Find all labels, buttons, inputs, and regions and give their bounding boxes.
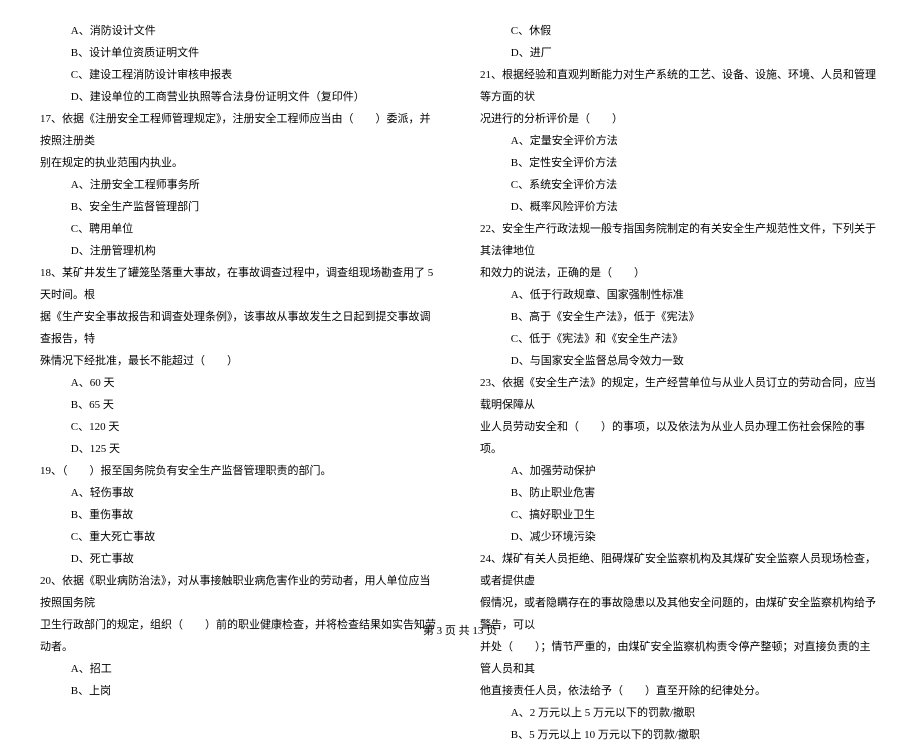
- q21-option-b: B、定性安全评价方法: [480, 152, 880, 174]
- q19-option-a: A、轻伤事故: [40, 482, 440, 504]
- q24-line4: 他直接责任人员，依法给予（ ）直至开除的纪律处分。: [480, 680, 880, 702]
- q23-option-d: D、减少环境污染: [480, 526, 880, 548]
- q24-option-a: A、2 万元以上 5 万元以下的罚款/撤职: [480, 702, 880, 724]
- q23-option-c: C、搞好职业卫生: [480, 504, 880, 526]
- q22-option-a: A、低于行政规章、国家强制性标准: [480, 284, 880, 306]
- q18-line1: 18、某矿井发生了罐笼坠落重大事故，在事故调查过程中，调查组现场勘查用了 5 天…: [40, 262, 440, 306]
- q18-option-c: C、120 天: [40, 416, 440, 438]
- q16-option-d: D、建设单位的工商营业执照等合法身份证明文件（复印件）: [40, 86, 440, 108]
- q19-line1: 19、（ ）报至国务院负有安全生产监督管理职责的部门。: [40, 460, 440, 482]
- q23-line2: 业人员劳动安全和（ ）的事项，以及依法为从业人员办理工伤社会保险的事项。: [480, 416, 880, 460]
- q22-option-c: C、低于《宪法》和《安全生产法》: [480, 328, 880, 350]
- q17-line2: 别在规定的执业范围内执业。: [40, 152, 440, 174]
- q17-option-d: D、注册管理机构: [40, 240, 440, 262]
- q18-line2: 据《生产安全事故报告和调查处理条例》，该事故从事故发生之日起到提交事故调查报告，…: [40, 306, 440, 350]
- q17-option-c: C、聘用单位: [40, 218, 440, 240]
- q20-option-d: D、进厂: [480, 42, 880, 64]
- q18-option-a: A、60 天: [40, 372, 440, 394]
- q21-line2: 况进行的分析评价是（ ）: [480, 108, 880, 130]
- q23-option-a: A、加强劳动保护: [480, 460, 880, 482]
- q17-option-b: B、安全生产监督管理部门: [40, 196, 440, 218]
- q22-line2: 和效力的说法，正确的是（ ）: [480, 262, 880, 284]
- page-footer: 第 3 页 共 13 页: [0, 620, 920, 642]
- q18-line3: 殊情况下经批准，最长不能超过（ ）: [40, 350, 440, 372]
- q21-line1: 21、根据经验和直观判断能力对生产系统的工艺、设备、设施、环境、人员和管理等方面…: [480, 64, 880, 108]
- q17-line1: 17、依据《注册安全工程师管理规定》，注册安全工程师应当由（ ）委派，并按照注册…: [40, 108, 440, 152]
- q16-option-a: A、消防设计文件: [40, 20, 440, 42]
- q16-option-b: B、设计单位资质证明文件: [40, 42, 440, 64]
- q20-option-a: A、招工: [40, 658, 440, 680]
- q23-line1: 23、依据《安全生产法》的规定，生产经营单位与从业人员订立的劳动合同，应当载明保…: [480, 372, 880, 416]
- q21-option-d: D、概率风险评价方法: [480, 196, 880, 218]
- q20-line1: 20、依据《职业病防治法》，对从事接触职业病危害作业的劳动者，用人单位应当按照国…: [40, 570, 440, 614]
- q20-option-b: B、上岗: [40, 680, 440, 702]
- q24-line3: 并处（ ）；情节严重的，由煤矿安全监察机构责令停产整顿；对直接负责的主管人员和其: [480, 636, 880, 680]
- q18-option-d: D、125 天: [40, 438, 440, 460]
- q22-option-d: D、与国家安全监督总局令效力一致: [480, 350, 880, 372]
- q23-option-b: B、防止职业危害: [480, 482, 880, 504]
- q22-line1: 22、安全生产行政法规一般专指国务院制定的有关安全生产规范性文件，下列关于其法律…: [480, 218, 880, 262]
- q21-option-a: A、定量安全评价方法: [480, 130, 880, 152]
- q19-option-c: C、重大死亡事故: [40, 526, 440, 548]
- q24-option-b: B、5 万元以上 10 万元以下的罚款/撤职: [480, 724, 880, 746]
- q19-option-b: B、重伤事故: [40, 504, 440, 526]
- q18-option-b: B、65 天: [40, 394, 440, 416]
- q24-line1: 24、煤矿有关人员拒绝、阻碍煤矿安全监察机构及其煤矿安全监察人员现场检查，或者提…: [480, 548, 880, 592]
- q17-option-a: A、注册安全工程师事务所: [40, 174, 440, 196]
- q16-option-c: C、建设工程消防设计审核申报表: [40, 64, 440, 86]
- q21-option-c: C、系统安全评价方法: [480, 174, 880, 196]
- q20-option-c: C、休假: [480, 20, 880, 42]
- q22-option-b: B、高于《安全生产法》，低于《宪法》: [480, 306, 880, 328]
- q19-option-d: D、死亡事故: [40, 548, 440, 570]
